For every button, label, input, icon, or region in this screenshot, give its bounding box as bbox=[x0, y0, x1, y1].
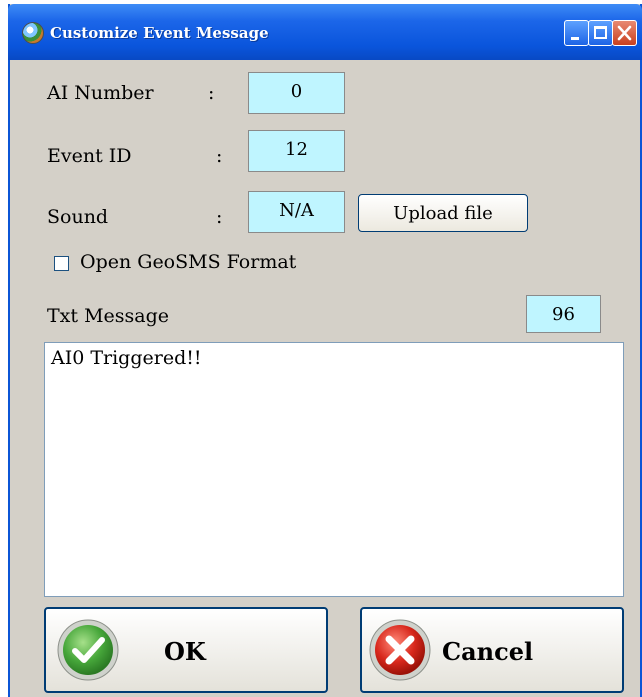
minimize-icon bbox=[571, 37, 579, 40]
sound-colon: : bbox=[216, 206, 223, 228]
cancel-label: Cancel bbox=[442, 637, 534, 666]
geosms-checkbox[interactable] bbox=[54, 256, 69, 271]
check-icon bbox=[57, 619, 119, 681]
close-icon bbox=[617, 25, 632, 41]
txt-message-label: Txt Message bbox=[47, 305, 169, 327]
close-button[interactable] bbox=[612, 20, 637, 46]
ok-label: OK bbox=[164, 637, 206, 666]
event-id-label: Event ID bbox=[47, 145, 132, 167]
ai-number-colon: : bbox=[208, 82, 215, 104]
app-globe-icon bbox=[22, 22, 44, 44]
upload-file-button[interactable]: Upload file bbox=[358, 194, 528, 232]
maximize-icon bbox=[594, 26, 607, 39]
cancel-button[interactable]: Cancel bbox=[360, 607, 624, 693]
message-char-counter: 96 bbox=[526, 295, 601, 333]
sound-label: Sound bbox=[47, 206, 109, 228]
geosms-label[interactable]: Open GeoSMS Format bbox=[80, 251, 296, 273]
maximize-button[interactable] bbox=[588, 20, 613, 46]
event-id-colon: : bbox=[216, 145, 223, 167]
ok-button[interactable]: OK bbox=[44, 607, 328, 693]
ai-number-value: 0 bbox=[248, 72, 345, 114]
dialog-body: AI Number : 0 Event ID : 12 Sound : N/A … bbox=[10, 60, 640, 697]
customize-event-dialog: Customize Event Message AI Number : 0 Ev… bbox=[8, 4, 642, 697]
window-title: Customize Event Message bbox=[50, 24, 269, 42]
sound-value: N/A bbox=[248, 191, 345, 233]
minimize-button[interactable] bbox=[564, 20, 589, 46]
message-textarea[interactable]: AI0 Triggered!! bbox=[44, 342, 624, 597]
title-bar[interactable]: Customize Event Message bbox=[8, 4, 642, 60]
event-id-value: 12 bbox=[248, 130, 345, 172]
x-icon bbox=[369, 619, 431, 681]
ai-number-label: AI Number bbox=[47, 82, 154, 104]
